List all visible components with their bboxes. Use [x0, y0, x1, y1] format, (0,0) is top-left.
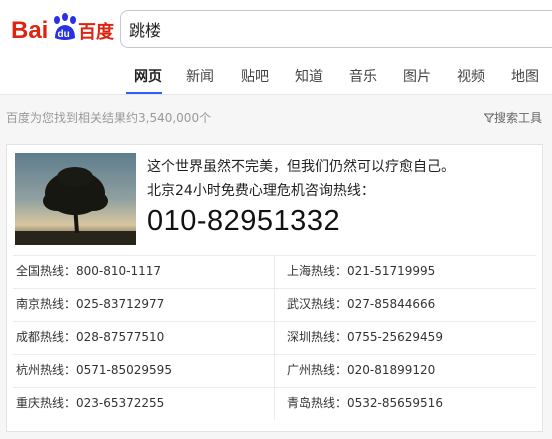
hotline-row: 杭州热线：0571-85029595 广州热线：020-81899120: [7, 354, 544, 387]
hotline-shanghai[interactable]: 上海热线：021-51719995: [287, 262, 435, 279]
hotline-chengdu[interactable]: 成都热线：028-87577510: [16, 328, 164, 345]
search-box[interactable]: [120, 10, 552, 48]
tab-map[interactable]: 地图: [511, 66, 539, 86]
active-tab-indicator: [126, 92, 162, 94]
hotline-grid: 全国热线：800-810-1117 上海热线：021-51719995 南京热线…: [7, 255, 544, 420]
search-tools-button[interactable]: 搜索工具: [483, 109, 542, 126]
column-divider: [274, 255, 275, 420]
tab-news[interactable]: 新闻: [186, 66, 214, 86]
funnel-icon: [483, 113, 495, 123]
tab-tieba[interactable]: 贴吧: [241, 66, 269, 86]
tree-sunset-image: [15, 153, 136, 245]
hotline-description: 北京24小时免费心理危机咨询热线：: [147, 183, 375, 199]
hotline-row: 成都热线：028-87577510 深圳热线：0755-25629459: [7, 321, 544, 354]
hotline-nanjing[interactable]: 南京热线：025-83712977: [16, 295, 164, 312]
hotline-chongqing[interactable]: 重庆热线：023-65372255: [16, 394, 164, 411]
hotline-row: 重庆热线：023-65372255 青岛热线：0532-85659516: [7, 387, 544, 420]
paw-icon: du: [54, 13, 76, 40]
hotline-national[interactable]: 全国热线：800-810-1117: [16, 262, 161, 279]
beijing-hotline-number[interactable]: 010-82951332: [147, 205, 340, 238]
search-input[interactable]: [129, 18, 529, 40]
logo-text-bai: Bai: [11, 17, 48, 44]
baidu-logo[interactable]: Bai du 百度: [11, 12, 117, 44]
nav-tabs: 网页 新闻 贴吧 知道 音乐 图片 视频 地图: [0, 58, 552, 95]
hotline-qingdao[interactable]: 青岛热线：0532-85659516: [287, 394, 443, 411]
hotline-row: 南京热线：025-83712977 武汉热线：027-85844666: [7, 288, 544, 321]
crisis-hotline-card: 这个世界虽然不完美，但我们仍然可以疗愈自己。 北京24小时免费心理危机咨询热线：…: [6, 144, 543, 432]
search-tools-label: 搜索工具: [493, 111, 542, 125]
tab-music[interactable]: 音乐: [349, 66, 377, 86]
logo-text-du: du: [58, 29, 70, 40]
hotline-hangzhou[interactable]: 杭州热线：0571-85029595: [16, 361, 172, 378]
tab-images[interactable]: 图片: [403, 66, 431, 86]
hotline-guangzhou[interactable]: 广州热线：020-81899120: [287, 361, 435, 378]
header-bar: Bai du 百度: [0, 0, 552, 58]
tab-zhidao[interactable]: 知道: [295, 66, 323, 86]
hotline-row: 全国热线：800-810-1117 上海热线：021-51719995: [7, 255, 544, 288]
tab-video[interactable]: 视频: [457, 66, 485, 86]
result-count: 百度为您找到相关结果约3,540,000个: [6, 111, 212, 125]
hotline-shenzhen[interactable]: 深圳热线：0755-25629459: [287, 328, 443, 345]
hotline-wuhan[interactable]: 武汉热线：027-85844666: [287, 295, 435, 312]
logo-text-baidu-chinese: 百度: [78, 21, 115, 43]
comfort-message: 这个世界虽然不完美，但我们仍然可以疗愈自己。: [147, 159, 455, 175]
tab-web[interactable]: 网页: [134, 66, 162, 86]
